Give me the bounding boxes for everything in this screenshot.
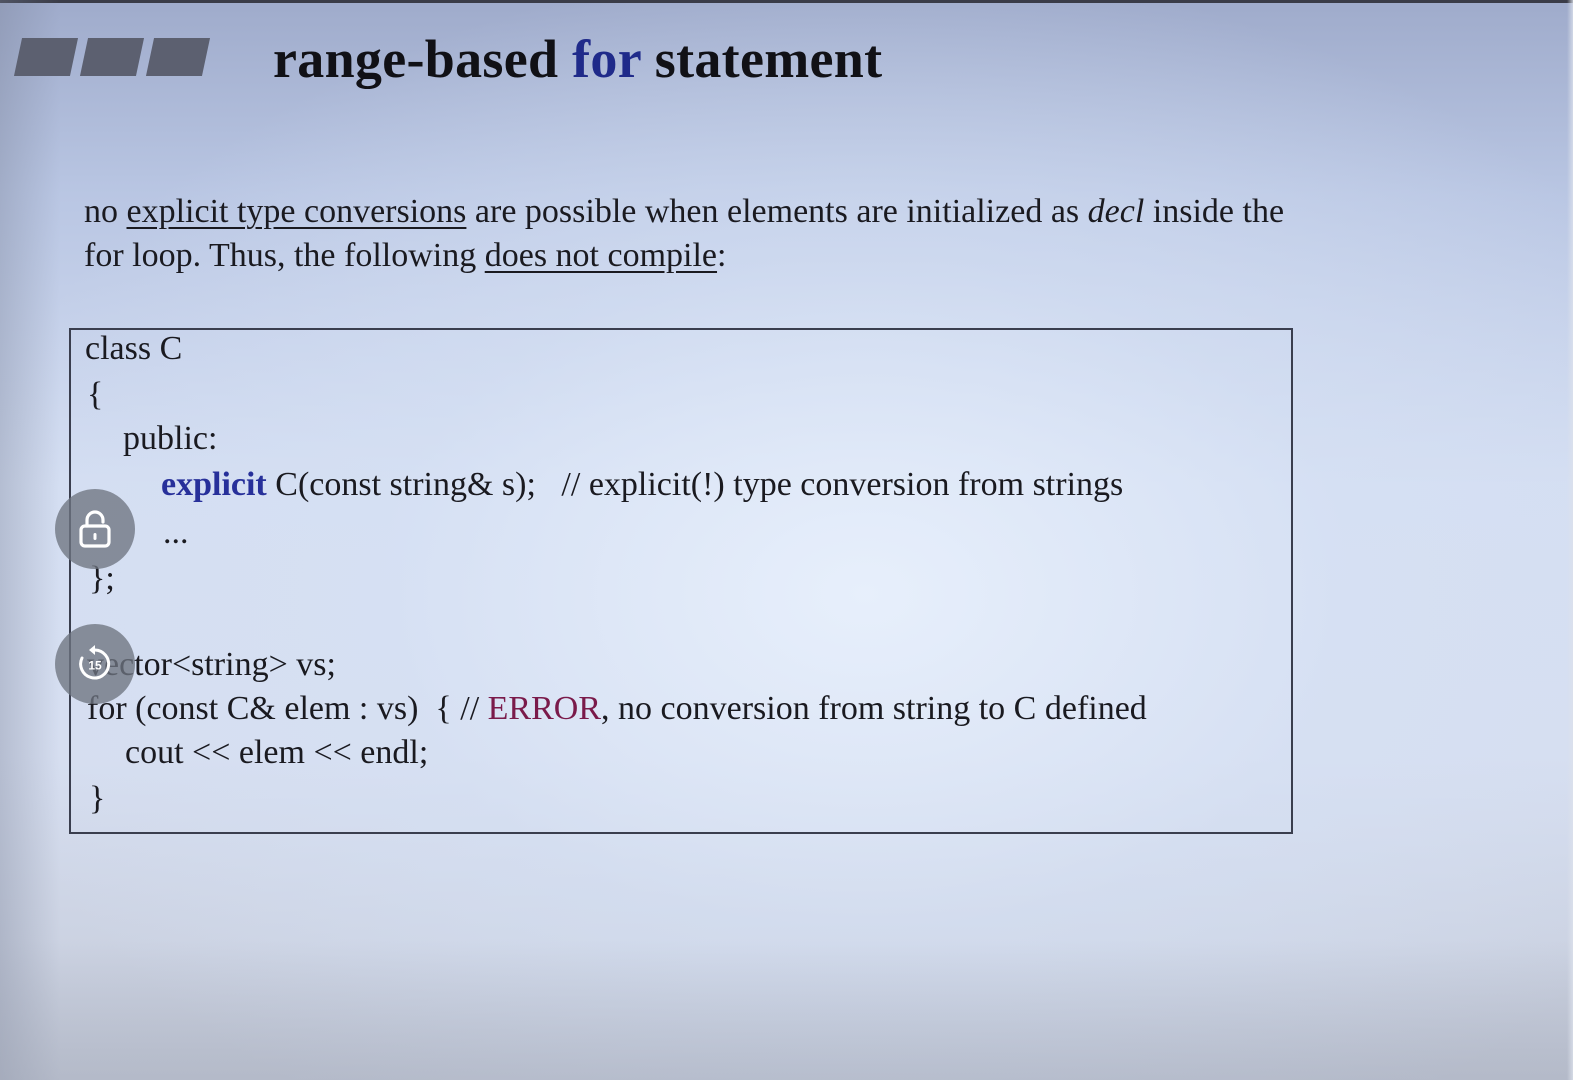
code-line-10: } <box>89 780 106 817</box>
replay-seconds-label: 15 <box>88 659 102 673</box>
code-line-8-b: , no conversion from string to C defined <box>601 690 1147 727</box>
code-line-5: ... <box>163 514 189 551</box>
para-underlined-explicit-conversions: explicit type conversions <box>126 193 467 230</box>
screen-left-shade <box>0 0 60 1080</box>
screen-bottom-shade <box>0 940 1573 1080</box>
para-text: : <box>717 237 727 274</box>
code-line-4: explicit C(const string& s); // explicit… <box>161 466 1123 504</box>
code-error-word: ERROR <box>487 690 602 727</box>
logo-block <box>145 38 211 76</box>
para-text: for loop. Thus, the following <box>84 237 485 274</box>
title-keyword: for <box>572 29 641 89</box>
lock-open-icon <box>79 510 111 548</box>
para-text: no <box>84 193 127 230</box>
code-line-9: cout << elem << endl; <box>125 734 429 771</box>
slide-title: range-based for statement <box>273 28 882 90</box>
code-line-3: public: <box>123 420 218 457</box>
title-text-before: range-based <box>273 29 573 89</box>
code-keyword-explicit: explicit <box>161 466 267 503</box>
code-line-8: for (const C& elem : vs) { // ERROR, no … <box>87 690 1147 728</box>
para-italic-decl: decl <box>1087 193 1145 230</box>
code-line-4-rest: C(const string& s); // explicit(!) type … <box>266 466 1124 503</box>
slide-paragraph: no explicit type conversions are possibl… <box>84 190 1484 278</box>
code-line-8-a: for (const C& elem : vs) { // <box>87 690 488 727</box>
code-line-2: { <box>87 376 104 413</box>
replay-15-button[interactable]: 15 <box>55 624 135 704</box>
screen-top-edge <box>0 0 1573 3</box>
replay-15-icon: 15 <box>79 645 111 680</box>
code-box: class C { public: explicit C(const strin… <box>69 328 1293 834</box>
para-text: are possible when elements are initializ… <box>466 193 1088 230</box>
screen-right-edge <box>1567 0 1573 1080</box>
logo-block <box>79 38 145 76</box>
logo-block <box>13 38 79 76</box>
code-line-1: class C <box>85 330 183 367</box>
lock-button[interactable] <box>55 489 135 569</box>
title-text-after: statement <box>640 29 883 89</box>
para-underlined-does-not-compile: does not compile <box>484 237 718 274</box>
para-text: inside the <box>1144 193 1285 230</box>
slide-logo-blocks <box>13 38 211 76</box>
